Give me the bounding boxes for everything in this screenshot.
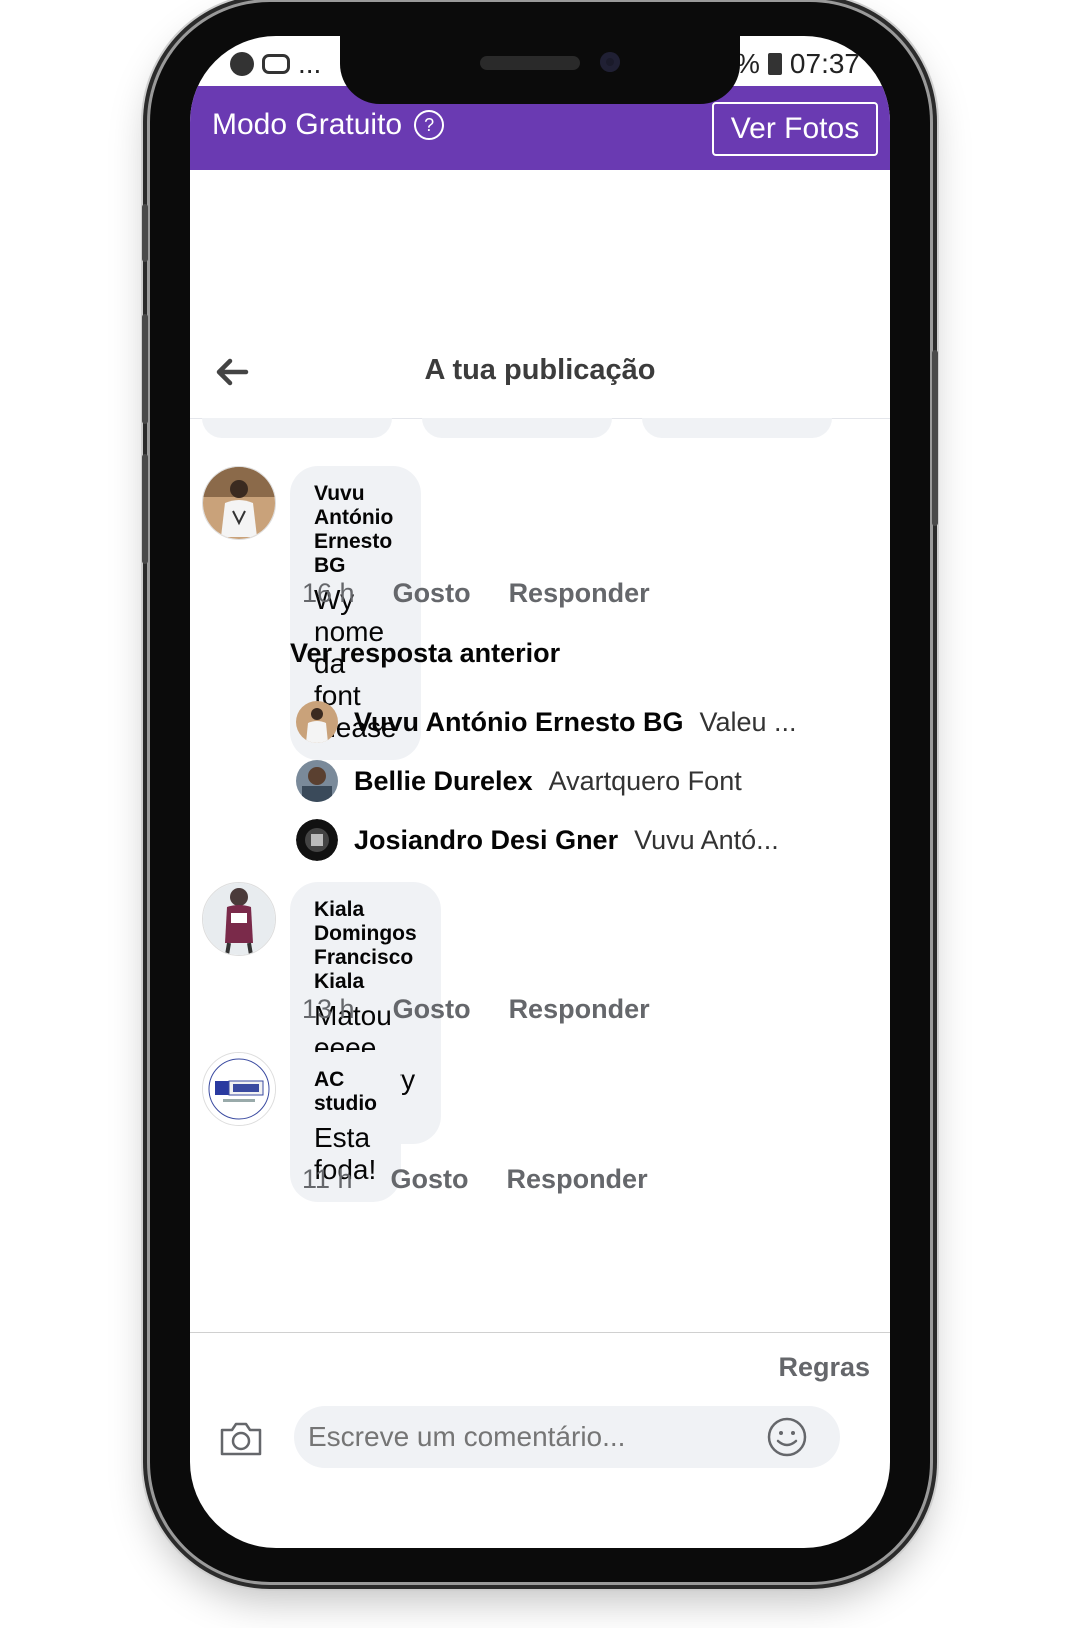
speaker [480, 56, 580, 70]
comment-time: 13 h [302, 994, 355, 1024]
page-title: A tua publicação [424, 354, 656, 386]
phone-screen: ... 93% 07:37 Modo Gratuito ? Ver Fotos … [190, 36, 890, 1548]
reply-preview[interactable]: Josiandro Desi Gner Vuvu Antó... [296, 818, 779, 862]
camera-icon[interactable] [218, 1418, 264, 1458]
music-icon [230, 52, 254, 76]
phone-frame: ... 93% 07:37 Modo Gratuito ? Ver Fotos … [142, 2, 938, 1582]
reply-button[interactable]: Responder [509, 578, 650, 609]
volume-up-button [142, 314, 148, 424]
reply-text: Valeu ... [699, 706, 797, 737]
reaction-pills-row [190, 418, 890, 440]
composer-divider [190, 1332, 890, 1333]
comment-author[interactable]: Kiala Domingos Francisco Kiala [314, 898, 417, 994]
front-camera [600, 52, 620, 72]
power-button [932, 350, 938, 526]
reply-button[interactable]: Responder [509, 994, 650, 1025]
reply-text: Vuvu Antó... [634, 824, 779, 855]
view-previous-replies-link[interactable]: Ver resposta anterior [290, 638, 560, 669]
battery-icon [767, 53, 782, 75]
reply-preview[interactable]: Bellie Durelex Avartquero Font [296, 759, 742, 803]
clock: 07:37 [789, 48, 860, 79]
comment-time: 16 h [302, 578, 355, 608]
reply-button[interactable]: Responder [507, 1164, 648, 1195]
avatar [296, 701, 338, 743]
like-button[interactable]: Gosto [393, 994, 471, 1025]
free-mode-title[interactable]: Modo Gratuito ? [212, 108, 445, 142]
comment-author[interactable]: AC studio [314, 1068, 377, 1116]
reply-author: Vuvu António Ernesto BG [354, 706, 684, 737]
notch [340, 36, 740, 104]
reply-author: Bellie Durelex [354, 765, 533, 796]
reaction-pill[interactable] [642, 418, 832, 438]
comment-time: 11 h [302, 1164, 353, 1194]
avatar[interactable] [202, 1052, 276, 1126]
comment-input[interactable] [294, 1406, 840, 1468]
comment-author[interactable]: Vuvu António Ernesto BG [314, 482, 397, 578]
reply-preview[interactable]: Vuvu António Ernesto BG Valeu ... [296, 700, 797, 744]
rules-link[interactable]: Regras [778, 1352, 870, 1383]
reply-text: Avartquero Font [548, 765, 742, 796]
status-bar-left: ... [230, 44, 321, 84]
help-icon[interactable]: ? [414, 110, 445, 140]
view-photos-button[interactable]: Ver Fotos [712, 102, 878, 156]
avatar [296, 760, 338, 802]
reply-author: Josiandro Desi Gner [354, 824, 619, 855]
post-header: A tua publicação [190, 332, 890, 419]
avatar [296, 819, 338, 861]
reaction-pill[interactable] [202, 418, 392, 438]
free-mode-label: Modo Gratuito [212, 108, 403, 141]
like-button[interactable]: Gosto [391, 1164, 469, 1195]
status-more-dots: ... [298, 48, 322, 79]
like-button[interactable]: Gosto [393, 578, 471, 609]
comment-actions: 13 h Gosto Responder [302, 994, 650, 1025]
comment-actions: 11 h Gosto Responder [302, 1164, 648, 1195]
smiley-icon[interactable] [766, 1416, 808, 1458]
mute-switch [142, 204, 148, 262]
avatar[interactable] [202, 882, 276, 956]
avatar[interactable] [202, 466, 276, 540]
reaction-pill[interactable] [422, 418, 612, 438]
comment-actions: 16 h Gosto Responder [302, 578, 650, 609]
toggle-icon [262, 54, 290, 74]
volume-down-button [142, 454, 148, 564]
